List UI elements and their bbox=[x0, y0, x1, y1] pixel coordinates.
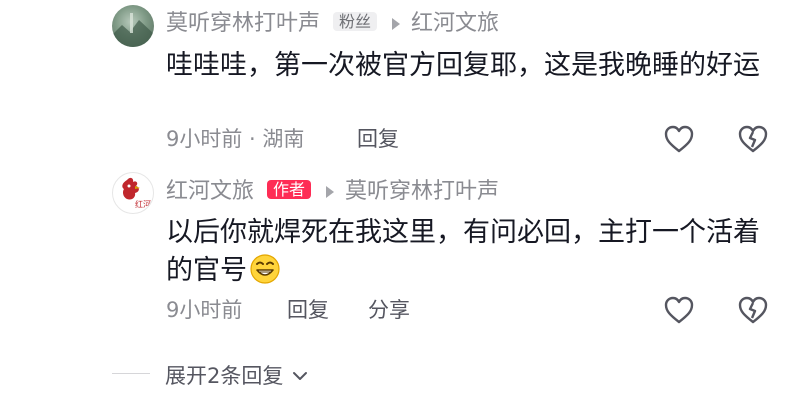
heart-icon bbox=[664, 125, 694, 153]
expand-replies-button[interactable]: 展开2条回复 bbox=[165, 359, 308, 391]
grinning-emoji-icon bbox=[249, 253, 281, 296]
comment-content: 以后你就焊死在我这里，有问必回，主打一个活着的官号 bbox=[166, 214, 766, 296]
comment-content: 哇哇哇，第一次被官方回复耶，这是我晚睡的好运 bbox=[166, 50, 760, 81]
reply-to-user[interactable]: 红河文旅 bbox=[411, 11, 499, 36]
heart-icon bbox=[664, 296, 694, 324]
broken-heart-icon bbox=[738, 296, 768, 324]
reply-arrow-icon bbox=[392, 18, 401, 30]
comment-header: 红河文旅 作者 莫听穿林打叶声 bbox=[166, 177, 499, 207]
like-button[interactable] bbox=[662, 122, 696, 156]
avatar[interactable] bbox=[112, 5, 154, 47]
reply-button[interactable]: 回复 bbox=[357, 124, 399, 154]
share-button[interactable]: 分享 bbox=[368, 295, 410, 325]
author-badge: 作者 bbox=[267, 180, 312, 199]
dislike-button[interactable] bbox=[736, 122, 770, 156]
username[interactable]: 红河文旅 bbox=[166, 179, 254, 204]
divider-line bbox=[112, 373, 150, 374]
avatar-logo-text: 红河 bbox=[135, 200, 151, 209]
landscape-avatar-icon bbox=[112, 13, 154, 47]
reply-to-user[interactable]: 莫听穿林打叶声 bbox=[345, 179, 499, 204]
like-button[interactable] bbox=[662, 293, 696, 327]
comment-header: 莫听穿林打叶声 粉丝 红河文旅 bbox=[166, 9, 499, 39]
chevron-down-icon bbox=[292, 359, 308, 389]
reply-arrow-icon bbox=[326, 186, 335, 198]
reply-button[interactable]: 回复 bbox=[287, 295, 329, 325]
fan-badge: 粉丝 bbox=[333, 12, 378, 31]
avatar[interactable]: 红河 bbox=[112, 172, 154, 214]
broken-heart-icon bbox=[738, 125, 768, 153]
comment-time-location: 9小时前 · 湖南 bbox=[166, 127, 305, 151]
comment-time: 9小时前 bbox=[166, 298, 243, 322]
username[interactable]: 莫听穿林打叶声 bbox=[166, 11, 320, 36]
expand-replies-label: 展开2条回复 bbox=[165, 364, 284, 388]
dislike-button[interactable] bbox=[736, 293, 770, 327]
